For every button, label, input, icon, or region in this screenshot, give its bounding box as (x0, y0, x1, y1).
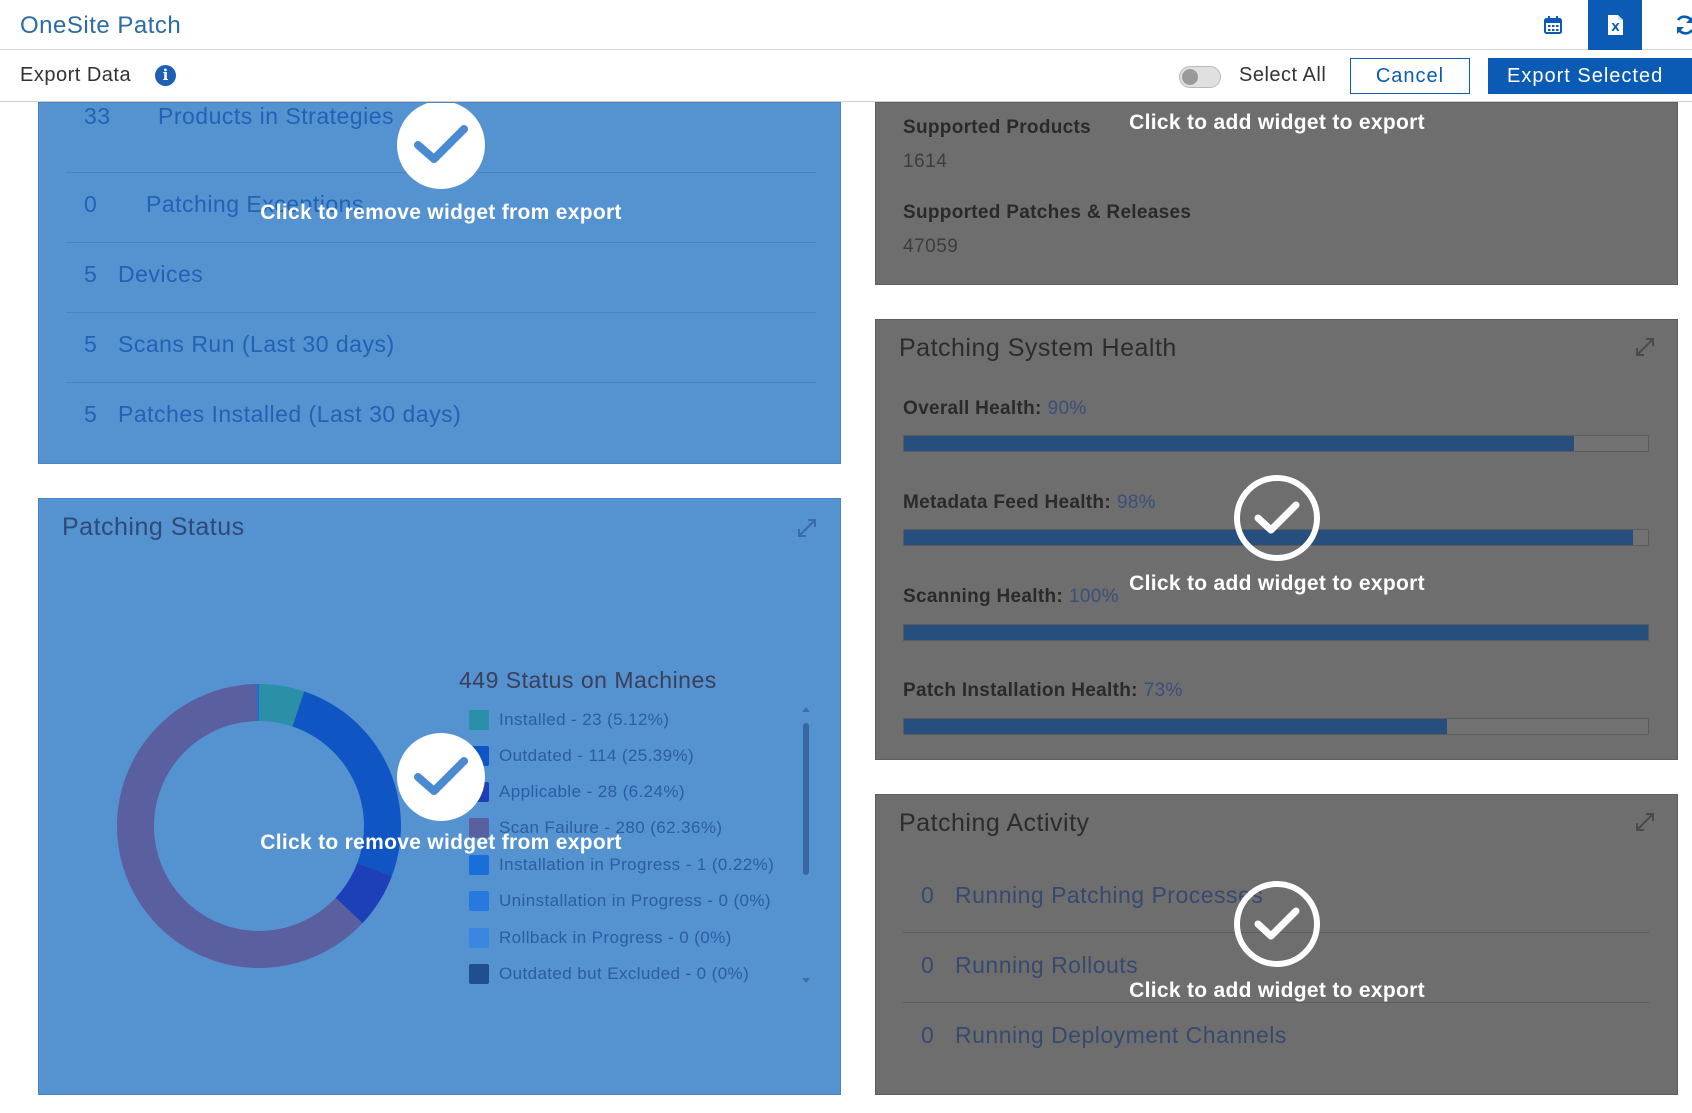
app-title: OneSite Patch (20, 12, 182, 39)
supported-products-widget[interactable]: Supported Products 1614 Supported Patche… (875, 102, 1678, 285)
expand-icon[interactable] (796, 517, 818, 539)
legend-scrollbar[interactable] (801, 705, 811, 985)
legend-label: Applicable - 28 (6.24%) (499, 782, 685, 801)
supported-patches-label: Supported Patches & Releases (903, 202, 1192, 223)
summary-label: Devices (118, 261, 204, 287)
legend-label: Outdated - 114 (25.39%) (499, 746, 695, 765)
legend-swatch (469, 710, 489, 730)
summary-row: 5 Devices (66, 243, 816, 313)
health-value: 98% (1116, 492, 1156, 513)
summary-count: 33 (84, 103, 111, 129)
select-all-label: Select All (1239, 64, 1327, 86)
remove-widget-text[interactable]: Click to remove widget from export (260, 201, 621, 225)
summary-label: Patches Installed (Last 30 days) (118, 401, 462, 427)
supported-patches-value: 47059 (903, 236, 959, 257)
activity-count: 0 (921, 952, 935, 978)
health-label: Overall Health: 90% (903, 398, 1087, 420)
patching-status-widget[interactable]: Patching Status 449 Status on Machines I… (38, 498, 841, 1095)
select-all-toggle[interactable] (1179, 66, 1221, 88)
summary-widget[interactable]: 33 Products in Strategies 0 Patching Exc… (38, 102, 841, 464)
legend-label: Outdated but Excluded - 0 (0%) (499, 964, 750, 983)
summary-row: 5 Scans Run (Last 30 days) (66, 313, 816, 383)
legend-swatch (469, 964, 489, 984)
health-label: Metadata Feed Health: 98% (903, 492, 1156, 514)
calendar-icon[interactable] (1526, 0, 1580, 50)
summary-count: 0 (84, 191, 98, 217)
health-label-text: Overall Health: (903, 398, 1042, 419)
summary-label: Scans Run (Last 30 days) (118, 331, 395, 357)
legend-label: Installed - 23 (5.12%) (499, 710, 670, 729)
summary-count: 5 (84, 401, 98, 427)
legend-item[interactable]: Applicable - 28 (6.24%) (469, 781, 685, 803)
summary-row: 5 Patches Installed (Last 30 days) (66, 383, 816, 453)
legend-label: Installation in Progress - 1 (0.22%) (499, 855, 775, 874)
health-label: Scanning Health: 100% (903, 586, 1119, 608)
supported-products-value: 1614 (903, 151, 948, 172)
legend-title: 449 Status on Machines (459, 667, 717, 693)
health-bar-fill (904, 719, 1448, 734)
health-progress-bar (903, 624, 1649, 641)
legend-swatch (469, 891, 489, 911)
excel-export-icon[interactable]: X (1588, 0, 1642, 50)
health-value: 73% (1143, 680, 1183, 701)
activity-label: Running Deployment Channels (955, 1022, 1287, 1048)
health-label: Patch Installation Health: 73% (903, 680, 1183, 702)
supported-products-label: Supported Products (903, 117, 1092, 138)
info-icon[interactable]: i (155, 65, 176, 86)
health-label-text: Metadata Feed Health: (903, 492, 1111, 513)
health-value: 90% (1047, 398, 1087, 419)
legend-item[interactable]: Outdated - 114 (25.39%) (469, 745, 694, 767)
status-donut-chart (116, 684, 401, 968)
health-label-text: Patch Installation Health: (903, 680, 1138, 701)
legend-item[interactable]: Uninstallation in Progress - 0 (0%) (469, 890, 771, 912)
activity-count: 0 (921, 882, 935, 908)
health-label-text: Scanning Health: (903, 586, 1063, 607)
add-widget-text[interactable]: Click to add widget to export (1129, 572, 1425, 596)
health-bar-fill (904, 436, 1574, 451)
unselected-check-icon[interactable] (1234, 881, 1320, 967)
health-progress-bar (903, 718, 1649, 735)
top-bar: OneSite Patch X (0, 0, 1692, 50)
expand-icon[interactable] (1634, 336, 1656, 358)
cancel-button[interactable]: Cancel (1350, 58, 1470, 94)
activity-label: Running Patching Processes (955, 882, 1264, 908)
svg-text:X: X (1611, 21, 1620, 34)
system-health-widget[interactable]: Patching System Health Overall Health: 90… (875, 319, 1678, 760)
health-bar-fill (904, 625, 1648, 640)
widget-title: Patching Activity (899, 809, 1090, 837)
add-widget-text[interactable]: Click to add widget to export (1129, 111, 1425, 135)
unselected-check-icon[interactable] (1234, 475, 1320, 561)
summary-count: 5 (84, 261, 98, 287)
expand-icon[interactable] (1634, 811, 1656, 833)
health-progress-bar (903, 435, 1649, 452)
patching-activity-widget[interactable]: Patching Activity 0 Running Patching Pro… (875, 794, 1678, 1095)
legend-item[interactable]: Installed - 23 (5.12%) (469, 709, 669, 731)
activity-count: 0 (921, 1022, 935, 1048)
activity-label: Running Rollouts (955, 952, 1139, 978)
add-widget-text[interactable]: Click to add widget to export (1129, 979, 1425, 1003)
legend-item[interactable]: Rollback in Progress - 0 (0%) (469, 927, 732, 949)
selected-check-icon[interactable] (397, 733, 485, 821)
widget-title: Patching Status (62, 513, 245, 541)
summary-label: Products in Strategies (158, 103, 395, 129)
legend-label: Rollback in Progress - 0 (0%) (499, 928, 732, 947)
legend-item[interactable]: Installation in Progress - 1 (0.22%) (469, 854, 774, 876)
remove-widget-text[interactable]: Click to remove widget from export (260, 831, 621, 855)
legend-swatch (469, 855, 489, 875)
legend-swatch (469, 928, 489, 948)
widget-title: Patching System Health (899, 334, 1177, 362)
refresh-icon[interactable] (1658, 0, 1692, 50)
export-data-label: Export Data (20, 64, 132, 86)
export-toolbar: Export Data i Select All Cancel Export S… (0, 50, 1692, 102)
legend-item[interactable]: Outdated but Excluded - 0 (0%) (469, 963, 749, 985)
selected-check-icon[interactable] (397, 103, 485, 189)
activity-row: 0 Running Deployment Channels (903, 1003, 1649, 1073)
legend-label: Uninstallation in Progress - 0 (0%) (499, 891, 771, 910)
summary-count: 5 (84, 331, 98, 357)
health-value: 100% (1068, 586, 1119, 607)
export-selected-button[interactable]: Export Selected (1488, 58, 1692, 94)
